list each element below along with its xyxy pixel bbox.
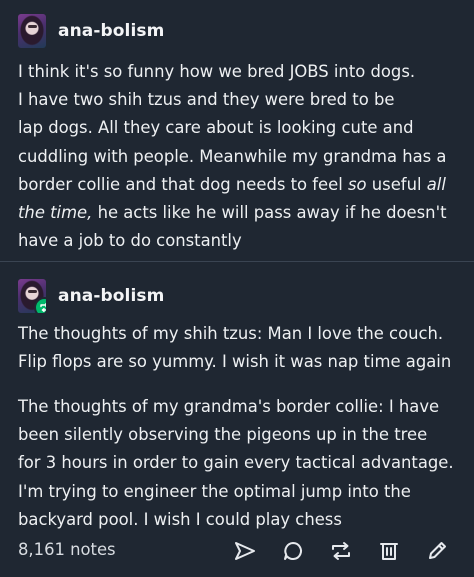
post-text: border collie and that dog needs to feel [18, 174, 343, 194]
post-line: I have two shih tzus and they were bred … [18, 90, 395, 110]
reblog-line: for 3 hours in order to gain every tacti… [18, 453, 454, 473]
post-line: the time, he acts like he will pass away… [18, 199, 464, 227]
edit-icon [429, 542, 446, 559]
reblog-body-2: The thoughts of my grandma's border coll… [18, 393, 464, 534]
delete-button[interactable] [376, 538, 402, 564]
post-actions [210, 538, 450, 564]
tumblr-post: ana-bolism I think it's so funny how we … [0, 0, 474, 577]
delete-icon [380, 543, 398, 560]
reblog-line: been silently observing the pigeons up i… [18, 425, 428, 445]
post-text: he acts like he will pass away if he doe… [97, 203, 447, 223]
avatar-detail [28, 290, 37, 293]
post-line: I think it's so funny how we bred JOBS i… [18, 62, 416, 81]
avatar[interactable] [18, 279, 46, 313]
post-footer: 8,161 notes [0, 534, 474, 570]
post-body: I think it's so funny how we bred JOBS i… [18, 58, 464, 255]
reblog-line: I'm trying to engineer the optimal jump … [18, 481, 411, 501]
username[interactable]: ana-bolism [58, 21, 164, 41]
comment-button[interactable] [280, 538, 306, 564]
reblog-header: ana-bolism [18, 279, 164, 313]
post-text: useful [371, 174, 422, 194]
share-button[interactable] [232, 538, 258, 564]
username[interactable]: ana-bolism [58, 286, 164, 306]
post-line: have a job to do constantly [18, 231, 242, 251]
avatar[interactable] [18, 14, 46, 48]
post-emphasis: the time, [18, 203, 93, 223]
edit-button[interactable] [424, 538, 450, 564]
comment-icon [284, 542, 302, 560]
post-emphasis: so [348, 174, 367, 194]
avatar-detail [28, 25, 37, 28]
reblog-badge-icon [34, 297, 46, 313]
reblog-body-1: The thoughts of my shih tzus: Man I love… [18, 320, 464, 376]
reblog-button[interactable] [328, 538, 354, 564]
reblog-divider [0, 261, 474, 262]
post-header: ana-bolism [18, 14, 164, 48]
post-line: lap dogs. All they care about is looking… [18, 118, 414, 138]
post-line: cuddling with people. Meanwhile my grand… [18, 146, 447, 166]
reblog-line: The thoughts of my grandma's border coll… [18, 397, 440, 416]
reblog-icon [332, 542, 350, 560]
share-icon [235, 542, 255, 560]
reblog-badge-glyph [39, 303, 46, 312]
reblog-line: backyard pool. I wish I could play chess [18, 509, 342, 529]
reblog-line: Flip flops are so yummy. I wish it was n… [18, 352, 452, 372]
post-line: border collie and that dog needs to feel… [18, 171, 464, 199]
post-emphasis: all [426, 174, 446, 194]
reblog-line: The thoughts of my shih tzus: Man I love… [18, 324, 444, 343]
notes-count[interactable]: 8,161 notes [18, 540, 116, 559]
